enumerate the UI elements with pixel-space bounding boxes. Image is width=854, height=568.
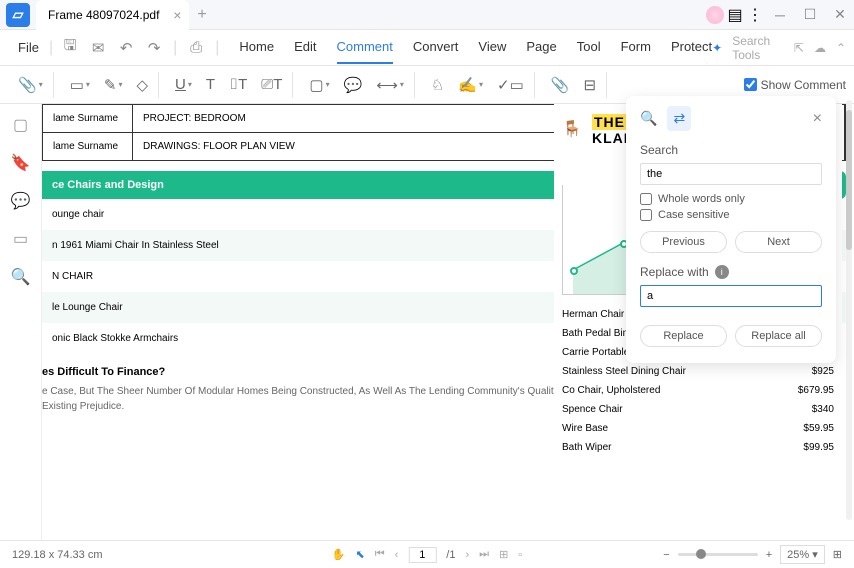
price-row: Spence Chair$340 [562, 400, 834, 419]
notification-icon[interactable]: ▤ [726, 6, 744, 24]
pencil-tool[interactable]: ✎▾ [104, 76, 123, 94]
first-page-icon[interactable]: ⏮ [375, 548, 385, 561]
mail-icon[interactable]: ✉ [89, 39, 107, 57]
app-icon: ▱ [6, 3, 30, 27]
tab-tool[interactable]: Tool [577, 31, 601, 64]
stamp-icon[interactable]: ♘ [431, 76, 444, 94]
next-page-icon[interactable]: › [465, 549, 469, 561]
theme-icon[interactable] [706, 6, 724, 24]
redo-icon[interactable]: ↷ [145, 39, 163, 57]
note-tool[interactable]: 📎▾ [18, 76, 43, 94]
price-row: Wire Base$59.95 [562, 419, 834, 438]
page-dimensions: 129.18 x 74.33 cm [12, 549, 103, 561]
menu-tabs: Home Edit Comment Convert View Page Tool… [239, 31, 712, 64]
search-tools-input[interactable]: Search Tools [732, 34, 784, 62]
tab-form[interactable]: Form [621, 31, 651, 64]
close-panel-icon[interactable]: × [813, 110, 822, 128]
replace-all-button[interactable]: Replace all [735, 325, 822, 347]
callout-tool[interactable]: ⎚T [261, 76, 282, 93]
scroll-thumb[interactable] [846, 110, 852, 250]
search-label: Search [640, 143, 822, 157]
comments-icon[interactable]: 💬 [12, 192, 30, 210]
tab-title: Frame 48097024.pdf [48, 8, 159, 22]
search-icon[interactable]: 🔍 [12, 268, 30, 286]
scrollbar[interactable] [846, 100, 852, 520]
replace-button[interactable]: Replace [640, 325, 727, 347]
text-tool[interactable]: T [206, 76, 215, 93]
zoom-in-icon[interactable]: + [766, 549, 772, 561]
previous-button[interactable]: Previous [640, 231, 727, 253]
zoom-out-icon[interactable]: − [663, 549, 669, 561]
signature-tool[interactable]: ✍▾ [458, 76, 483, 94]
cloud-icon[interactable]: ☁ [814, 41, 826, 55]
underline-tool[interactable]: U▾ [175, 76, 192, 93]
tab-edit[interactable]: Edit [294, 31, 316, 64]
collapse-icon[interactable]: ⌃ [836, 41, 846, 55]
tab-view[interactable]: View [478, 31, 506, 64]
maximize-button[interactable]: ☐ [796, 1, 824, 29]
stamp-tool[interactable]: ▭▾ [70, 76, 90, 94]
tab-comment[interactable]: Comment [337, 31, 393, 64]
select-tool-icon[interactable]: ⬉ [356, 548, 365, 561]
undo-icon[interactable]: ↶ [117, 39, 135, 57]
document-tab[interactable]: Frame 48097024.pdf × [36, 0, 189, 30]
fit-width-icon[interactable]: ⊞ [499, 548, 508, 561]
close-tab-icon[interactable]: × [173, 7, 181, 23]
attachments-icon[interactable]: ▭ [12, 230, 30, 248]
zoom-slider[interactable] [678, 553, 758, 556]
price-row: Stainless Steel Dining Chair$925 [562, 362, 834, 381]
share-icon[interactable]: ⇱ [794, 41, 804, 55]
save-icon[interactable]: 🖫 [61, 39, 79, 57]
print-icon[interactable]: ⎙ [187, 39, 205, 57]
search-mode-icon[interactable]: 🔍 [640, 110, 657, 127]
replace-mode-icon[interactable]: ⇄ [667, 106, 691, 131]
close-window-button[interactable]: ✕ [826, 1, 854, 29]
tab-page[interactable]: Page [526, 31, 556, 64]
next-button[interactable]: Next [735, 231, 822, 253]
whole-words-check[interactable]: Whole words only [640, 193, 822, 205]
prev-page-icon[interactable]: ‹ [395, 549, 399, 561]
price-row: Co Chair, Upholstered$679.95 [562, 381, 834, 400]
page-input[interactable] [408, 547, 436, 563]
fullscreen-icon[interactable]: ⊞ [833, 548, 842, 561]
approve-tool[interactable]: ✓▭ [497, 76, 524, 94]
add-tab-button[interactable]: + [197, 6, 206, 24]
show-comment-checkbox[interactable] [744, 78, 757, 91]
file-menu[interactable]: File [8, 40, 49, 55]
shape-tool[interactable]: ▢▾ [309, 76, 329, 94]
fit-page-icon[interactable]: ▫ [518, 549, 522, 561]
eraser-tool[interactable]: ◇ [137, 76, 149, 94]
kebab-menu-icon[interactable]: ⋮ [746, 6, 764, 24]
comment-tool[interactable]: 💬 [344, 76, 363, 94]
chair-icon: 🪑 [562, 119, 584, 141]
bookmark-icon[interactable]: 🔖 [12, 154, 30, 172]
case-sensitive-check[interactable]: Case sensitive [640, 209, 822, 221]
tab-protect[interactable]: Protect [671, 31, 712, 64]
measure-tool[interactable]: ⟷▾ [376, 76, 404, 94]
replace-label: Replace with [640, 265, 709, 279]
replace-input[interactable] [640, 285, 822, 307]
hide-tool[interactable]: ⊟ [583, 76, 596, 94]
zoom-select[interactable]: 25% ▾ [780, 545, 825, 564]
thumbnails-icon[interactable]: ▢ [12, 116, 30, 134]
search-replace-panel: 🔍 ⇄ × Search Whole words only Case sensi… [626, 96, 836, 363]
hand-tool-icon[interactable]: ✋ [332, 548, 346, 561]
info-icon[interactable]: i [715, 265, 729, 279]
show-comment-toggle[interactable]: Show Comment [744, 78, 846, 92]
tab-convert[interactable]: Convert [413, 31, 459, 64]
search-input[interactable] [640, 163, 822, 185]
sparkle-icon[interactable]: ✦ [712, 41, 722, 55]
textbox-tool[interactable]: ⌷T [229, 76, 247, 93]
attachment-tool[interactable]: 📎 [551, 76, 570, 94]
tab-home[interactable]: Home [239, 31, 274, 64]
minimize-button[interactable]: ─ [766, 1, 794, 29]
price-row: Bath Wiper$99.95 [562, 438, 834, 457]
last-page-icon[interactable]: ⏭ [479, 548, 489, 561]
